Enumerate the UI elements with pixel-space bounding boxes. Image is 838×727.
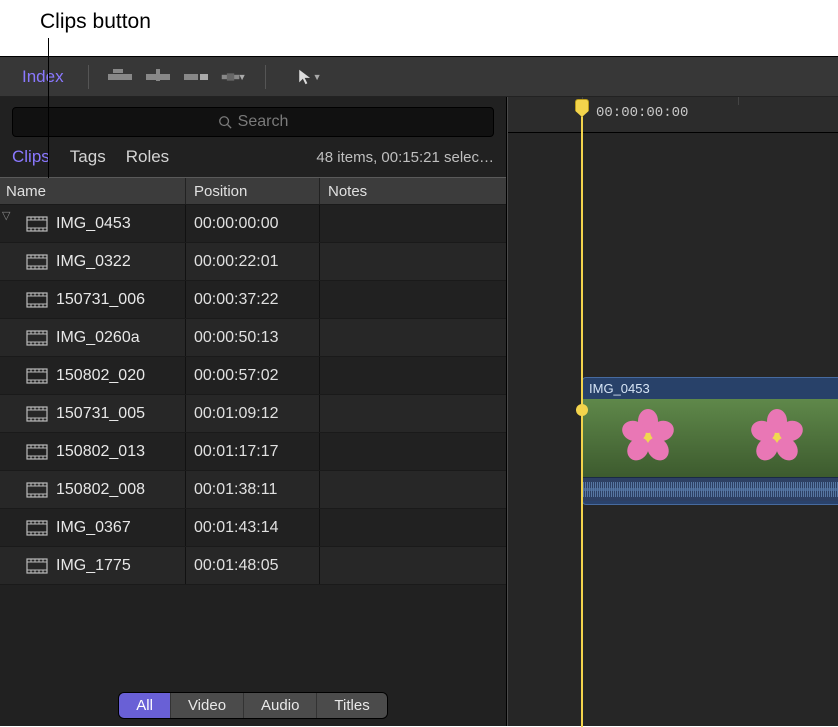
timeline-ruler[interactable]: 00:00:00:00 xyxy=(508,97,838,133)
append-tool-icon[interactable] xyxy=(183,66,209,88)
clip-name: 150731_005 xyxy=(56,405,145,423)
filmstrip-icon xyxy=(26,406,48,422)
clip-name: IMG_0453 xyxy=(56,215,131,233)
filmstrip-icon xyxy=(26,330,48,346)
filter-bar: All Video Audio Titles xyxy=(0,685,506,726)
search-input[interactable]: Search xyxy=(12,107,494,137)
clip-position: 00:01:09:12 xyxy=(194,405,279,423)
column-header-name[interactable]: Name xyxy=(0,178,186,204)
column-header-notes[interactable]: Notes xyxy=(320,178,506,204)
filmstrip-icon xyxy=(26,216,48,232)
clip-position: 00:00:57:02 xyxy=(194,367,279,385)
tab-roles[interactable]: Roles xyxy=(126,147,169,167)
search-placeholder: Search xyxy=(238,113,289,131)
clips-table-body: ▽ IMG_0453 00:00:00:00 IMG_0322 00:00:22:01… xyxy=(0,205,506,685)
clip-position: 00:01:38:11 xyxy=(194,481,277,499)
toolbar-divider-2 xyxy=(265,65,266,89)
timeline-clip[interactable]: IMG_0453 xyxy=(582,377,838,505)
main-area: Search Clips Tags Roles 48 items, 00:15:… xyxy=(0,97,838,726)
filter-audio-button[interactable]: Audio xyxy=(244,693,317,718)
search-row: Search xyxy=(0,97,506,143)
index-panel: Search Clips Tags Roles 48 items, 00:15:… xyxy=(0,97,507,726)
clip-position: 00:01:48:05 xyxy=(194,557,279,575)
clip-audio-track xyxy=(583,477,838,501)
filmstrip-icon xyxy=(26,558,48,574)
toolbar-divider xyxy=(88,65,89,89)
clip-position: 00:01:43:14 xyxy=(194,519,279,537)
filmstrip-icon xyxy=(26,444,48,460)
annotation-pointer-line xyxy=(48,38,49,178)
chevron-down-icon: ▼ xyxy=(238,72,247,82)
ruler-tick xyxy=(738,97,739,105)
table-row[interactable]: IMG_0322 00:00:22:01 xyxy=(0,243,506,281)
timeline-content[interactable]: IMG_0453 xyxy=(508,133,838,726)
timeline-panel[interactable]: 00:00:00:00 IMG_0453 xyxy=(507,97,838,726)
tab-tags[interactable]: Tags xyxy=(70,147,106,167)
playhead-handle-icon[interactable] xyxy=(576,404,588,416)
selection-status: 48 items, 00:15:21 selec… xyxy=(316,149,494,166)
top-toolbar: Index ▼ ▼ xyxy=(0,57,838,97)
clip-name: 150802_008 xyxy=(56,481,145,499)
clip-name: 150731_006 xyxy=(56,291,145,309)
clip-position: 00:01:17:17 xyxy=(194,443,279,461)
clip-thumbnail xyxy=(712,399,838,477)
tab-clips[interactable]: Clips xyxy=(12,147,50,167)
clip-position: 00:00:22:01 xyxy=(194,253,279,271)
select-tool-icon[interactable]: ▼ xyxy=(296,66,322,88)
clip-name: IMG_1775 xyxy=(56,557,131,575)
clip-name: IMG_0367 xyxy=(56,519,131,537)
table-row[interactable]: 150802_020 00:00:57:02 xyxy=(0,357,506,395)
timeline-clip-title: IMG_0453 xyxy=(583,378,838,399)
playhead-icon[interactable] xyxy=(575,99,589,117)
table-row[interactable]: 150802_008 00:01:38:11 xyxy=(0,471,506,509)
insert-tool-icon[interactable] xyxy=(145,66,171,88)
table-row[interactable]: IMG_0453 00:00:00:00 xyxy=(0,205,506,243)
clip-name: IMG_0322 xyxy=(56,253,131,271)
table-header: Name Position Notes xyxy=(0,177,506,205)
clip-name: 150802_020 xyxy=(56,367,145,385)
table-row[interactable]: 150731_005 00:01:09:12 xyxy=(0,395,506,433)
filter-video-button[interactable]: Video xyxy=(171,693,244,718)
index-tabs: Clips Tags Roles 48 items, 00:15:21 sele… xyxy=(0,143,506,177)
filmstrip-icon xyxy=(26,368,48,384)
clip-position: 00:00:50:13 xyxy=(194,329,279,347)
annotation-label: Clips button xyxy=(40,10,151,34)
filmstrip-icon xyxy=(26,520,48,536)
app-window: Index ▼ ▼ Search xyxy=(0,56,838,726)
clip-name: IMG_0260a xyxy=(56,329,140,347)
filter-segmented-control: All Video Audio Titles xyxy=(119,693,386,718)
search-icon xyxy=(218,115,232,129)
clip-position: 00:00:00:00 xyxy=(194,215,279,233)
column-header-position[interactable]: Position xyxy=(186,178,320,204)
table-row[interactable]: 150731_006 00:00:37:22 xyxy=(0,281,506,319)
overwrite-tool-icon[interactable]: ▼ xyxy=(221,66,247,88)
clip-position: 00:00:37:22 xyxy=(194,291,279,309)
clip-name: 150802_013 xyxy=(56,443,145,461)
table-row[interactable]: IMG_1775 00:01:48:05 xyxy=(0,547,506,585)
connect-tool-icon[interactable] xyxy=(107,66,133,88)
waveform-icon xyxy=(583,482,838,497)
filmstrip-icon xyxy=(26,292,48,308)
filmstrip-icon xyxy=(26,482,48,498)
filter-all-button[interactable]: All xyxy=(119,693,171,718)
index-button[interactable]: Index xyxy=(10,63,76,91)
clip-thumbnail xyxy=(583,399,712,477)
table-row[interactable]: IMG_0367 00:01:43:14 xyxy=(0,509,506,547)
table-row[interactable]: 150802_013 00:01:17:17 xyxy=(0,433,506,471)
table-row[interactable]: IMG_0260a 00:00:50:13 xyxy=(0,319,506,357)
disclosure-triangle-icon[interactable]: ▽ xyxy=(2,209,10,222)
chevron-down-icon: ▼ xyxy=(313,72,322,82)
filmstrip-icon xyxy=(26,254,48,270)
playhead-timecode: 00:00:00:00 xyxy=(596,105,688,121)
filter-titles-button[interactable]: Titles xyxy=(317,693,386,718)
clip-thumbnails xyxy=(583,399,838,477)
